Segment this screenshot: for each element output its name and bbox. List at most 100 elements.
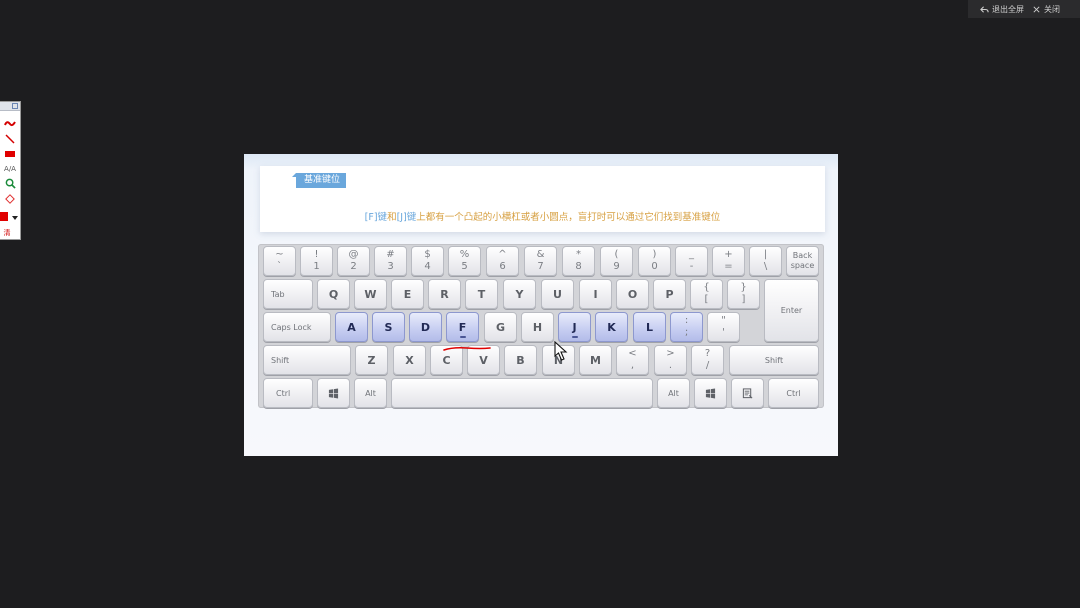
key-h[interactable]: H bbox=[521, 312, 554, 342]
key-label: D bbox=[420, 320, 431, 334]
key-label: 9 bbox=[613, 261, 620, 272]
key-label: - bbox=[689, 261, 694, 272]
key-label: S bbox=[384, 320, 393, 334]
key-k[interactable]: K bbox=[595, 312, 628, 342]
key-backtick[interactable]: ~ ` bbox=[263, 246, 296, 276]
key-label: K bbox=[607, 320, 616, 334]
key-space[interactable] bbox=[391, 378, 653, 408]
key-semicolon[interactable]: :; bbox=[670, 312, 703, 342]
key-left-shift[interactable]: Shift bbox=[263, 345, 351, 375]
key-8[interactable]: * 8 bbox=[562, 246, 595, 276]
key-label: O bbox=[627, 287, 638, 301]
key-g[interactable]: G bbox=[484, 312, 517, 342]
key-5[interactable]: % 5 bbox=[448, 246, 481, 276]
key-e[interactable]: E bbox=[391, 279, 424, 309]
key-9[interactable]: (9 bbox=[600, 246, 633, 276]
key-right-windows[interactable] bbox=[694, 378, 727, 408]
key-label: ! bbox=[314, 249, 319, 260]
key-backslash[interactable]: | \ bbox=[749, 246, 782, 276]
key-label: Shift bbox=[764, 355, 784, 365]
key-j[interactable]: J bbox=[558, 312, 591, 342]
key-label: Y bbox=[515, 287, 524, 301]
key-7[interactable]: & 7 bbox=[524, 246, 557, 276]
key-q[interactable]: Q bbox=[317, 279, 350, 309]
key-label: : bbox=[684, 315, 689, 326]
key-left-alt[interactable]: Alt bbox=[354, 378, 387, 408]
key-left-windows[interactable] bbox=[317, 378, 350, 408]
key-menu[interactable] bbox=[731, 378, 764, 408]
key-caps-lock[interactable]: Caps Lock bbox=[263, 312, 331, 342]
key-b[interactable]: B bbox=[504, 345, 537, 375]
key-minus[interactable]: _ - bbox=[675, 246, 708, 276]
key-label: [ bbox=[704, 294, 709, 305]
key-z[interactable]: Z bbox=[355, 345, 388, 375]
key-s[interactable]: S bbox=[372, 312, 405, 342]
key-o[interactable]: O bbox=[616, 279, 649, 309]
key-6[interactable]: ^ 6 bbox=[486, 246, 519, 276]
key-t[interactable]: T bbox=[465, 279, 498, 309]
key-label: . bbox=[668, 360, 673, 371]
key-x[interactable]: X bbox=[393, 345, 426, 375]
key-enter[interactable]: Enter bbox=[764, 279, 819, 342]
key-right-alt[interactable]: Alt bbox=[657, 378, 690, 408]
key-label: * bbox=[576, 249, 581, 260]
key-right-ctrl[interactable]: Ctrl bbox=[768, 378, 819, 408]
key-right-bracket[interactable]: }] bbox=[727, 279, 760, 309]
key-2[interactable]: @2 bbox=[337, 246, 370, 276]
key-left-ctrl[interactable]: Ctrl bbox=[263, 378, 313, 408]
toolbar-header[interactable] bbox=[0, 102, 20, 111]
line-tool[interactable] bbox=[3, 133, 17, 144]
key-label: @ bbox=[348, 249, 359, 260]
key-tab[interactable]: Tab bbox=[263, 279, 313, 309]
exit-fullscreen-button[interactable]: 退出全屏 bbox=[980, 4, 1024, 15]
key-left-bracket[interactable]: {[ bbox=[690, 279, 723, 309]
key-3[interactable]: #3 bbox=[374, 246, 407, 276]
key-quote[interactable]: " ' bbox=[707, 312, 740, 342]
key-label: ~ bbox=[275, 249, 284, 260]
key-comma[interactable]: <, bbox=[616, 345, 649, 375]
description-card: 基准键位 [F]键和[J]键上都有一个凸起的小横杠或者小圆点，盲打时可以通过它们… bbox=[260, 166, 825, 232]
key-4[interactable]: $4 bbox=[411, 246, 444, 276]
close-button[interactable]: 关闭 bbox=[1032, 4, 1060, 15]
color-swatch[interactable] bbox=[0, 212, 8, 221]
zoom-tool[interactable] bbox=[3, 178, 17, 189]
back-arrow-icon bbox=[980, 5, 989, 13]
key-right-shift[interactable]: Shift bbox=[729, 345, 819, 375]
key-p[interactable]: P bbox=[653, 279, 686, 309]
key-label: ` bbox=[277, 261, 282, 272]
pen-icon bbox=[4, 120, 16, 126]
clear-tool[interactable]: 清 bbox=[0, 227, 14, 238]
key-i[interactable]: I bbox=[579, 279, 612, 309]
color-dropdown[interactable] bbox=[11, 212, 19, 223]
rectangle-icon bbox=[5, 150, 15, 157]
key-label: A bbox=[347, 320, 356, 334]
key-label: Z bbox=[367, 353, 376, 367]
key-label: _ bbox=[689, 249, 694, 260]
key-0[interactable]: ) 0 bbox=[638, 246, 671, 276]
key-w[interactable]: W bbox=[354, 279, 387, 309]
pen-tool[interactable] bbox=[3, 118, 17, 129]
key-f[interactable]: F bbox=[446, 312, 479, 342]
key-label: 3 bbox=[387, 261, 394, 272]
key-label: 2 bbox=[350, 261, 357, 272]
eraser-tool[interactable] bbox=[3, 193, 17, 204]
key-a[interactable]: A bbox=[335, 312, 368, 342]
key-equals[interactable]: + = bbox=[712, 246, 745, 276]
key-period[interactable]: >. bbox=[654, 345, 687, 375]
key-label: R bbox=[440, 287, 449, 301]
desc-j-key: [J]键 bbox=[396, 212, 417, 223]
menu-key-icon bbox=[742, 387, 753, 398]
text-tool[interactable]: A/A bbox=[3, 163, 17, 174]
key-l[interactable]: L bbox=[633, 312, 666, 342]
rectangle-tool[interactable] bbox=[3, 148, 17, 159]
key-d[interactable]: D bbox=[409, 312, 442, 342]
key-label: ] bbox=[741, 294, 746, 305]
key-backspace[interactable]: Back space bbox=[786, 246, 819, 276]
key-y[interactable]: Y bbox=[503, 279, 536, 309]
key-m[interactable]: M bbox=[579, 345, 612, 375]
key-r[interactable]: R bbox=[428, 279, 461, 309]
key-slash[interactable]: ? / bbox=[691, 345, 724, 375]
key-u[interactable]: U bbox=[541, 279, 574, 309]
key-1[interactable]: ! 1 bbox=[300, 246, 333, 276]
home-key-bump bbox=[571, 336, 578, 338]
